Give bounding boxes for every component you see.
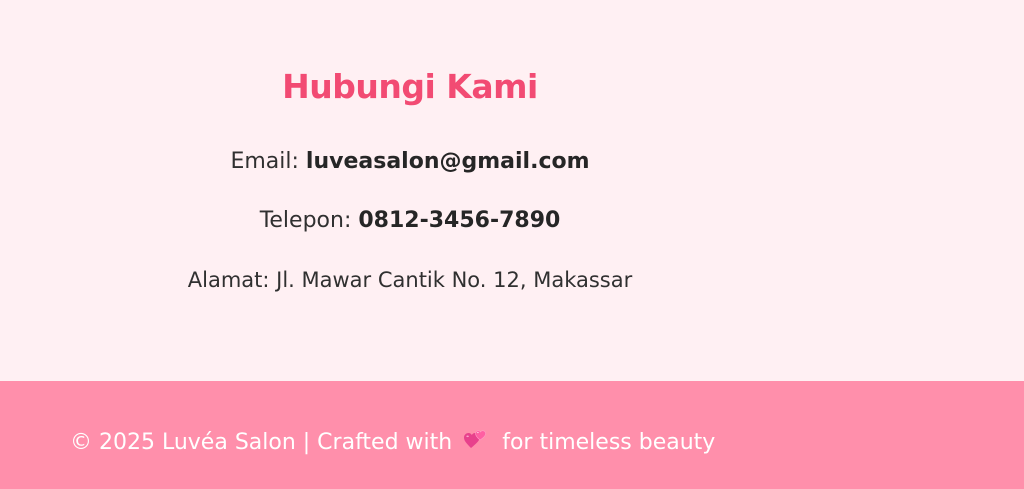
phone-value: 0812-3456-7890 — [358, 208, 561, 233]
footer-text-before: © 2025 Luvéa Salon | Crafted with — [70, 430, 453, 455]
contact-section: Hubungi Kami Email: luveasalon@gmail.com… — [0, 0, 1024, 381]
footer-copyright: © 2025 Luvéa Salon | Crafted with for ti… — [70, 427, 715, 460]
two-hearts-icon — [463, 427, 489, 460]
phone-label: Telepon: — [259, 208, 352, 233]
contact-address-text: Alamat: Jl. Mawar Cantik No. 12, Makassa… — [187, 268, 633, 292]
footer-text-after: for timeless beauty — [502, 430, 716, 455]
email-label: Email: — [230, 149, 299, 174]
contact-email-row: Email: luveasalon@gmail.com — [110, 147, 710, 177]
email-value: luveasalon@gmail.com — [305, 149, 590, 174]
site-footer: © 2025 Luvéa Salon | Crafted with for ti… — [0, 381, 1024, 489]
contact-title: Hubungi Kami — [282, 67, 538, 106]
contact-phone-row: Telepon: 0812-3456-7890 — [110, 206, 710, 236]
contact-content: Hubungi Kami Email: luveasalon@gmail.com… — [110, 62, 710, 295]
